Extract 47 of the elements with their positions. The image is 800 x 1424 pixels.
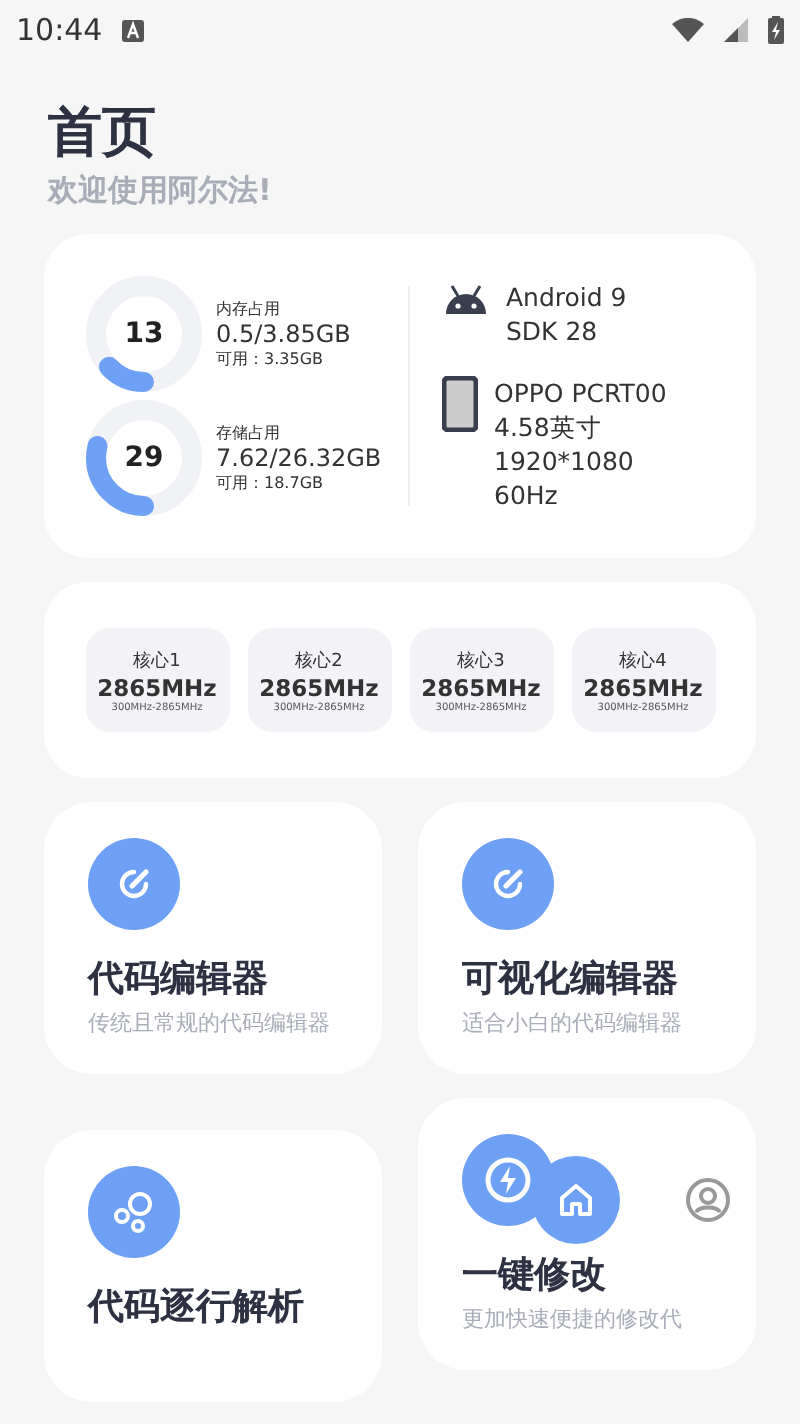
page-title: 首页 bbox=[48, 100, 158, 168]
core-frequency: 2865MHz bbox=[97, 673, 217, 701]
core-frequency: 2865MHz bbox=[259, 673, 379, 701]
status-time: 10:44 bbox=[16, 12, 103, 48]
feature-description: 更加快速便捷的修改代 bbox=[462, 1304, 684, 1336]
core-frequency: 2865MHz bbox=[421, 673, 541, 701]
notification-icon bbox=[122, 19, 145, 41]
core-name: 核心2 bbox=[295, 649, 343, 673]
usage-label: 内存占用 bbox=[216, 298, 282, 320]
device-info-text: OPPO PCRT00 bbox=[494, 376, 667, 410]
feature-title: 一键修改 bbox=[462, 1252, 608, 1298]
feature-card[interactable]: 可视化编辑器 适合小白的代码编辑器 bbox=[418, 802, 756, 1074]
feature-description: 传统且常规的代码编辑器 bbox=[88, 1008, 332, 1040]
signal-icon bbox=[724, 18, 748, 42]
device-info-text: 4.58英寸 bbox=[494, 410, 604, 444]
device-info-text: SDK 28 bbox=[506, 314, 600, 348]
profile-icon bbox=[684, 1176, 732, 1224]
usage-available: 可用：18.7GB bbox=[216, 472, 325, 494]
usage-percent: 13 bbox=[124, 318, 164, 350]
core-name: 核心1 bbox=[133, 649, 181, 673]
feature-card[interactable]: 一键修改 更加快速便捷的修改代 bbox=[418, 1098, 756, 1370]
core-name: 核心3 bbox=[457, 649, 505, 673]
usage-percent: 29 bbox=[124, 442, 164, 474]
phone-icon bbox=[442, 376, 478, 432]
device-info-text: Android 9 bbox=[506, 280, 627, 314]
battery-icon bbox=[768, 16, 784, 44]
feature-title: 代码编辑器 bbox=[88, 956, 270, 1002]
usage-amount: 0.5/3.85GB bbox=[216, 320, 351, 348]
feature-card[interactable]: 代码逐行解析 bbox=[44, 1130, 382, 1402]
core-frequency: 2865MHz bbox=[583, 673, 703, 701]
lightning-icon bbox=[482, 1154, 534, 1206]
android-icon bbox=[442, 280, 490, 316]
feature-title: 代码逐行解析 bbox=[88, 1284, 306, 1330]
feature-card[interactable]: 代码编辑器 传统且常规的代码编辑器 bbox=[44, 802, 382, 1074]
usage-ring bbox=[84, 398, 204, 518]
feature-description: 适合小白的代码编辑器 bbox=[462, 1008, 684, 1040]
welcome-subtitle: 欢迎使用阿尔法! bbox=[48, 172, 274, 210]
core-name: 核心4 bbox=[619, 649, 667, 673]
home-icon bbox=[556, 1180, 596, 1220]
device-info-text: 60Hz bbox=[494, 478, 560, 512]
device-info-text: 1920*1080 bbox=[494, 444, 636, 478]
feature-title: 可视化编辑器 bbox=[462, 956, 680, 1002]
usage-available: 可用：3.35GB bbox=[216, 348, 325, 370]
usage-ring bbox=[84, 274, 204, 394]
wifi-icon bbox=[672, 18, 704, 42]
usage-label: 存储占用 bbox=[216, 422, 282, 444]
usage-amount: 7.62/26.32GB bbox=[216, 444, 382, 472]
